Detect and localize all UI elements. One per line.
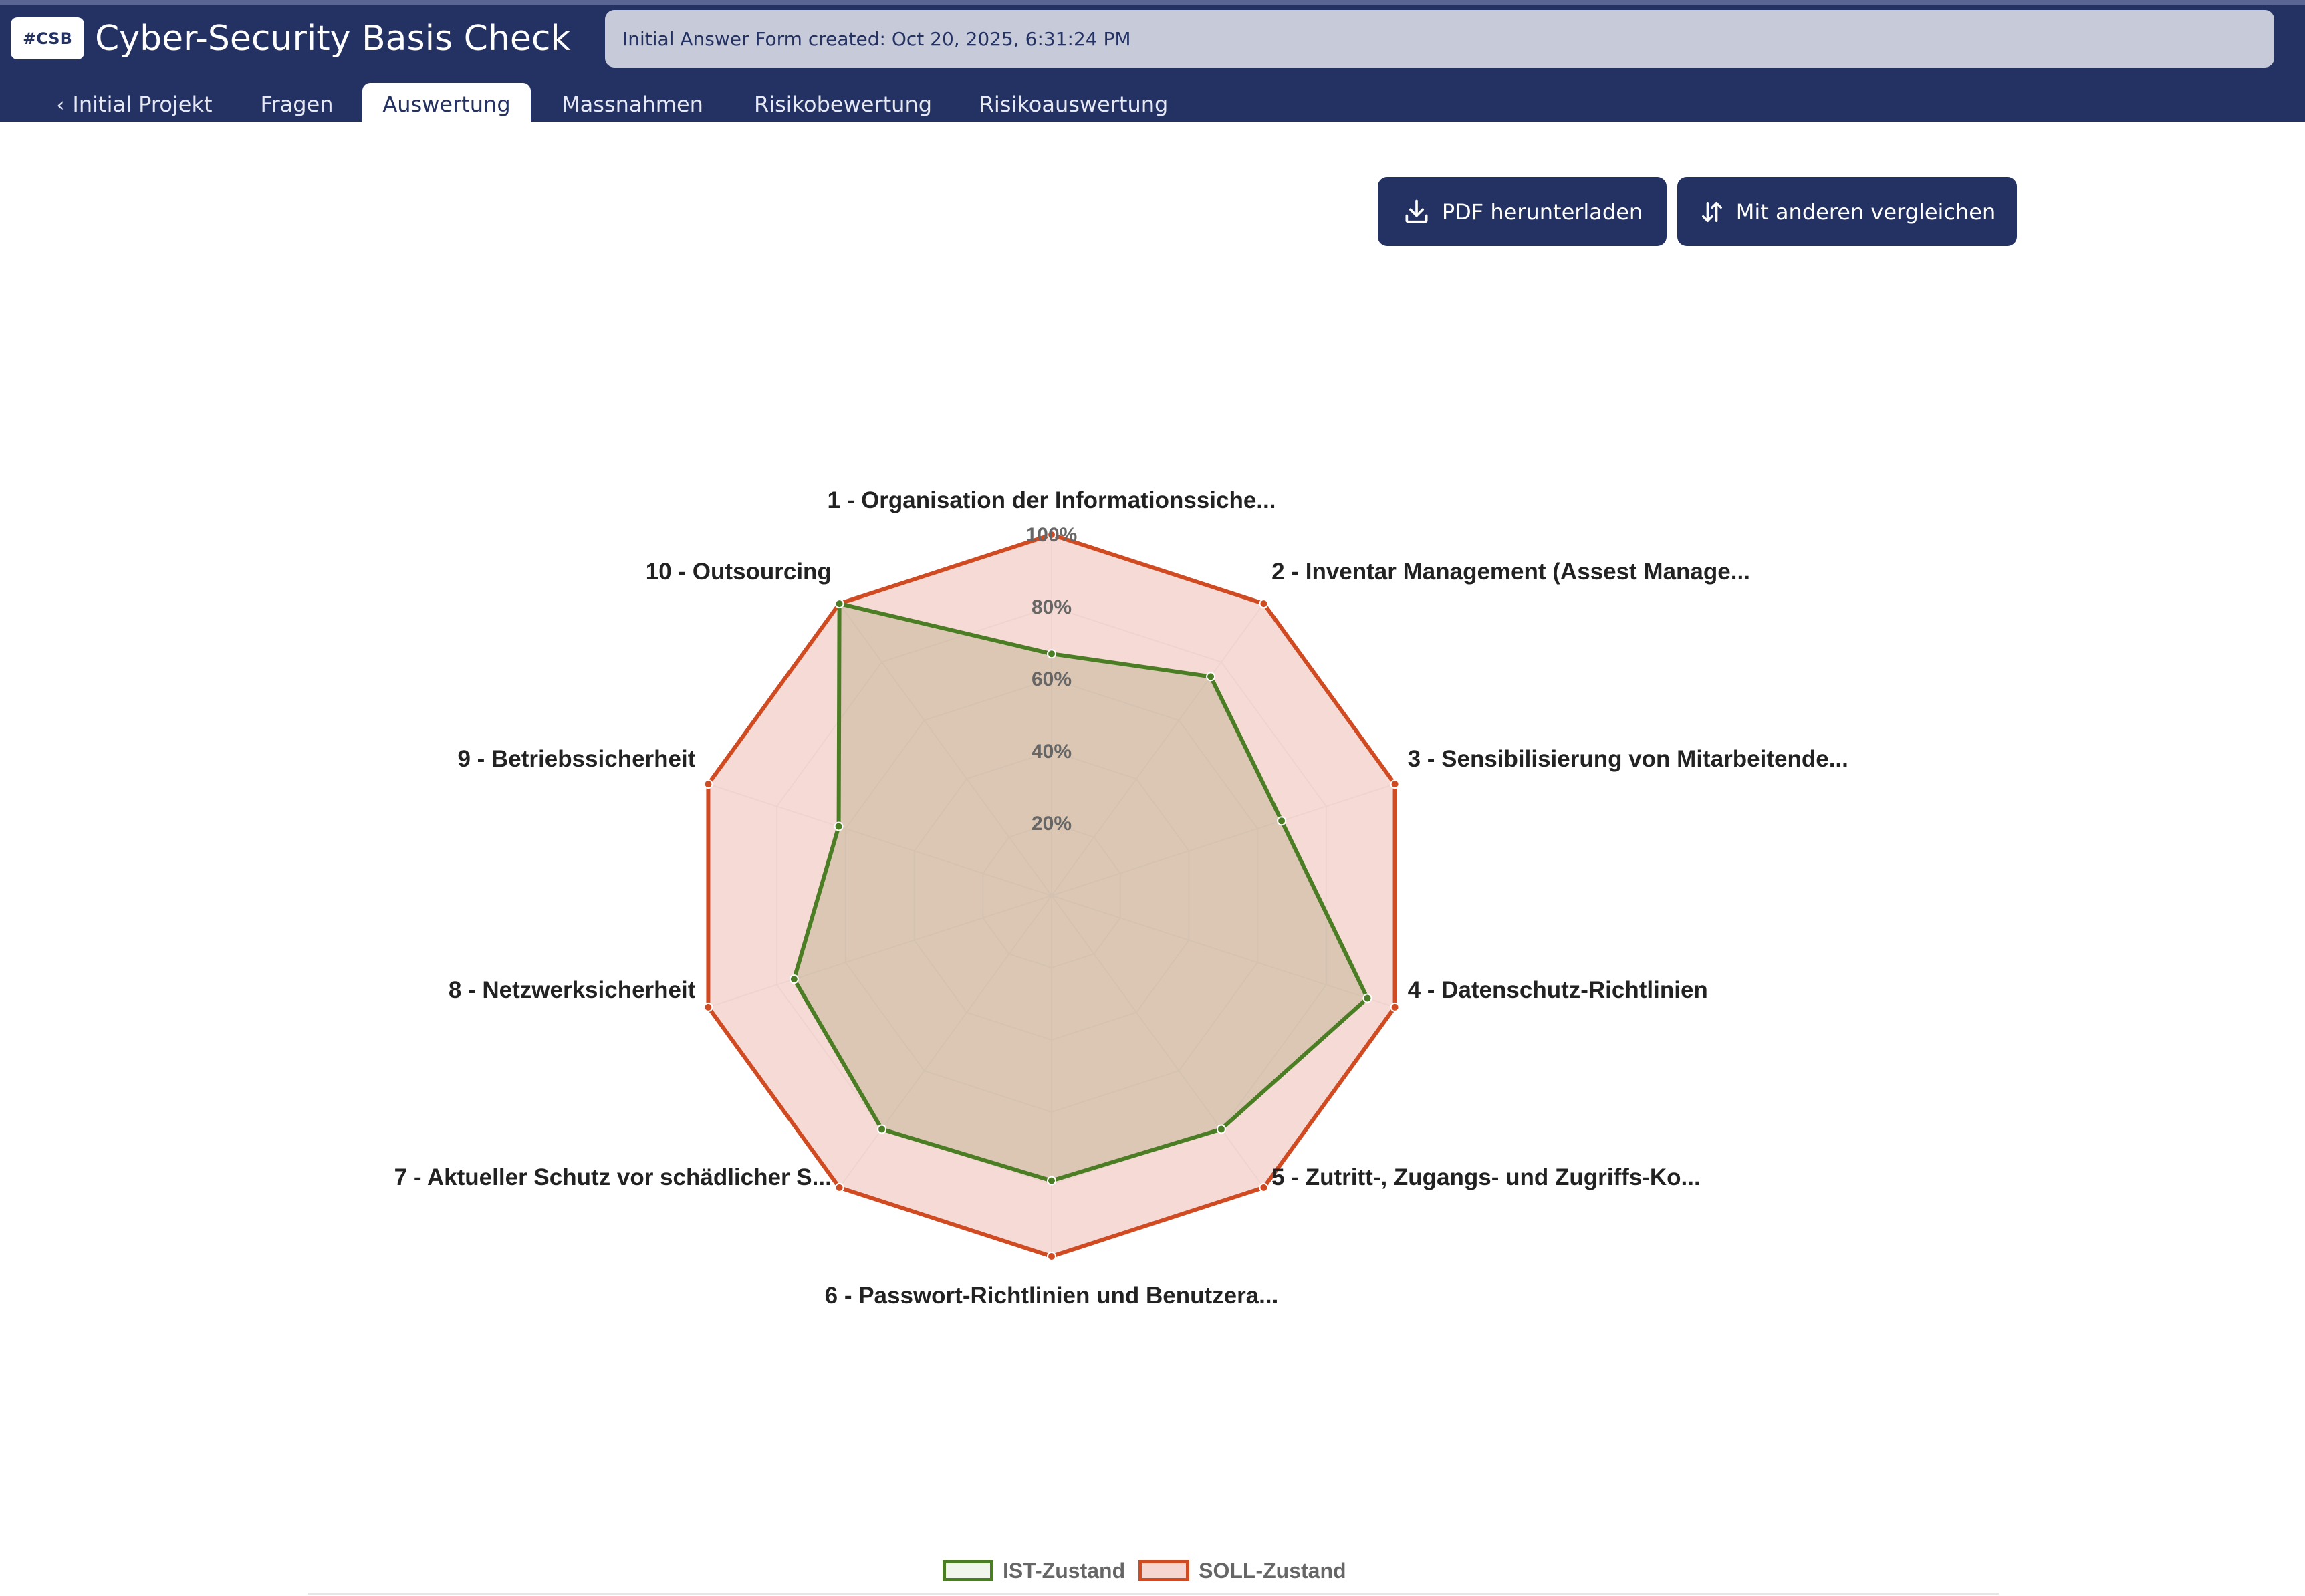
axis-label: 1 - Organisation der Informationssiche..…: [828, 487, 1276, 513]
tick-label: 80%: [1032, 596, 1072, 618]
soll-point[interactable]: [834, 1182, 844, 1192]
radar-chart: 20% 40% 60% 80% 100% 1 - Organisation der In…: [394, 487, 1848, 1309]
soll-point[interactable]: [1390, 779, 1400, 789]
axis-label: 9 - Betriebssicherheit: [457, 746, 695, 772]
footer-divider: [308, 1593, 1999, 1595]
chart-legend: IST-Zustand SOLL-Zustand: [943, 1554, 1360, 1587]
soll-point[interactable]: [703, 1002, 713, 1012]
legend-swatch-soll: [1138, 1560, 1190, 1581]
legend-label-ist: IST-Zustand: [1003, 1558, 1126, 1583]
axis-label: 5 - Zutritt-, Zugangs- und Zugriffs-Ko..…: [1271, 1164, 1701, 1190]
axis-label: 3 - Sensibilisierung von Mitarbeitende..…: [1408, 746, 1848, 772]
legend-swatch-ist: [943, 1560, 993, 1581]
ist-point[interactable]: [789, 974, 799, 984]
ist-point[interactable]: [1277, 816, 1287, 826]
legend-label-soll: SOLL-Zustand: [1199, 1558, 1346, 1583]
tick-label: 40%: [1032, 741, 1072, 763]
tick-label: 20%: [1032, 813, 1072, 835]
ist-point[interactable]: [1047, 649, 1056, 659]
ist-point[interactable]: [1362, 993, 1372, 1003]
soll-point[interactable]: [703, 779, 713, 789]
axis-label: 2 - Inventar Management (Assest Manage..…: [1271, 559, 1750, 585]
axis-label: 4 - Datenschutz-Richtlinien: [1408, 977, 1708, 1003]
ist-point[interactable]: [1206, 672, 1216, 682]
ist-point[interactable]: [834, 599, 844, 609]
tick-label: 60%: [1032, 668, 1072, 690]
axis-label: 7 - Aktueller Schutz vor schädlicher S..…: [394, 1164, 832, 1190]
ist-point[interactable]: [834, 821, 844, 831]
soll-point[interactable]: [1259, 1182, 1269, 1192]
axis-label: 10 - Outsourcing: [646, 559, 832, 585]
tick-label: 100%: [1026, 524, 1078, 546]
axis-label: 6 - Passwort-Richtlinien und Benutzera..…: [825, 1283, 1279, 1309]
legend-item-soll[interactable]: SOLL-Zustand: [1138, 1559, 1346, 1583]
soll-point[interactable]: [1047, 1252, 1056, 1261]
ist-point[interactable]: [1047, 1176, 1056, 1186]
ist-point[interactable]: [1216, 1124, 1226, 1134]
axis-label: 8 - Netzwerksicherheit: [449, 977, 696, 1003]
legend-item-ist[interactable]: IST-Zustand: [943, 1559, 1125, 1583]
soll-point[interactable]: [1390, 1002, 1400, 1012]
ist-point[interactable]: [877, 1124, 887, 1134]
soll-point[interactable]: [1259, 599, 1269, 609]
